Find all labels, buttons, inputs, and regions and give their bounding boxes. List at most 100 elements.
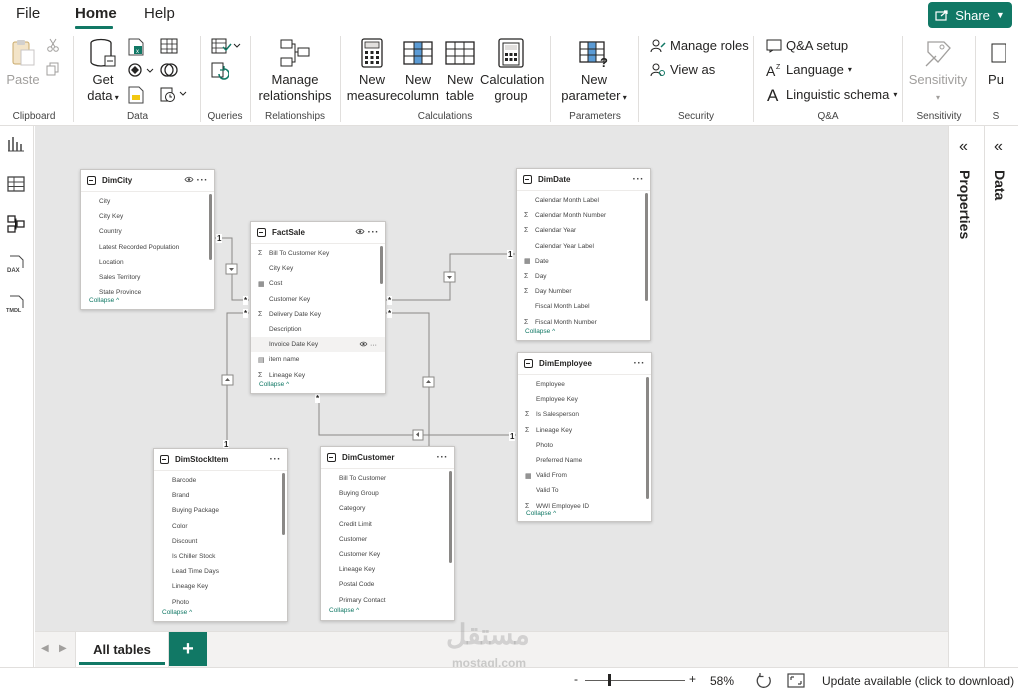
linguistic-schema-button[interactable]: A Linguistic schema ▾: [766, 86, 897, 102]
model-view-icon[interactable]: [6, 214, 26, 234]
zoom-level[interactable]: 58%: [710, 674, 734, 688]
field-row[interactable]: Lineage Key: [154, 579, 287, 594]
field-row[interactable]: Photo: [154, 595, 287, 610]
enter-data-icon[interactable]: [160, 38, 178, 54]
tab-next-icon[interactable]: ▶: [59, 643, 67, 654]
field-row[interactable]: Discount: [154, 534, 287, 549]
card-scrollbar[interactable]: [282, 473, 285, 535]
table-header[interactable]: FactSale ···: [251, 222, 385, 244]
field-row[interactable]: Barcode: [154, 473, 287, 488]
new-table-button[interactable]: New table: [442, 38, 478, 104]
field-row[interactable]: Employee Key: [518, 392, 651, 407]
qa-setup-button[interactable]: Q&A setup: [766, 38, 848, 53]
menu-home[interactable]: Home: [75, 5, 117, 22]
card-scrollbar[interactable]: [449, 471, 452, 563]
field-row[interactable]: ▦ Valid From: [518, 468, 651, 483]
get-data-button[interactable]: Get data ▾: [82, 38, 124, 106]
new-parameter-button[interactable]: ? New parameter ▾: [558, 38, 630, 106]
transform-data-icon[interactable]: [211, 38, 241, 54]
table-header[interactable]: DimCity ···: [81, 170, 214, 192]
zoom-in-button[interactable]: +: [689, 672, 696, 686]
field-row[interactable]: Lead Time Days: [154, 564, 287, 579]
field-actions[interactable]: ···: [359, 341, 377, 349]
share-button[interactable]: Share ▼: [928, 2, 1012, 28]
field-row[interactable]: Σ Calendar Month Number: [517, 208, 650, 223]
add-layout-button[interactable]: +: [169, 632, 207, 666]
field-row[interactable]: Photo: [518, 438, 651, 453]
field-row[interactable]: Bill To Customer: [321, 471, 454, 486]
refresh-icon[interactable]: [211, 62, 229, 80]
more-options-icon[interactable]: ···: [634, 358, 646, 369]
table-card-factsale[interactable]: FactSale ··· Σ Bill To Customer Key City …: [250, 221, 386, 394]
manage-relationships-button[interactable]: Manage relationships: [258, 38, 332, 104]
table-card-dimcity[interactable]: DimCity ··· City City Key Country Latest…: [80, 169, 215, 310]
excel-icon[interactable]: x: [128, 38, 144, 56]
language-button[interactable]: AZ Language ▾: [766, 62, 852, 77]
field-row[interactable]: Latest Recorded Population: [81, 240, 214, 255]
menu-help[interactable]: Help: [144, 5, 175, 22]
calculation-group-button[interactable]: Calculation group: [480, 38, 544, 104]
field-row[interactable]: Calendar Month Label: [517, 193, 650, 208]
more-options-icon[interactable]: ···: [197, 175, 209, 186]
update-available-link[interactable]: Update available (click to download): [822, 674, 1014, 688]
visibility-eye-icon[interactable]: [359, 341, 368, 347]
field-row[interactable]: Category: [321, 501, 454, 516]
tab-prev-icon[interactable]: ◀: [41, 643, 49, 654]
table-card-dimcustomer[interactable]: DimCustomer ··· Bill To Customer Buying …: [320, 446, 455, 621]
field-row[interactable]: Employee: [518, 377, 651, 392]
field-row[interactable]: Σ Is Salesperson: [518, 407, 651, 422]
field-row[interactable]: Credit Limit: [321, 517, 454, 532]
card-scrollbar[interactable]: [646, 377, 649, 499]
zoom-slider[interactable]: [585, 680, 685, 681]
field-row[interactable]: Customer Key: [321, 547, 454, 562]
field-row[interactable]: ▦ Date: [517, 254, 650, 269]
field-row[interactable]: Σ WWI Employee ID: [518, 499, 651, 511]
field-row[interactable]: Calendar Year Label: [517, 239, 650, 254]
collapse-link[interactable]: Collapse ^: [259, 381, 289, 388]
more-options-icon[interactable]: ···: [368, 227, 380, 238]
more-options-icon[interactable]: ···: [270, 454, 282, 465]
field-row[interactable]: Country: [81, 224, 214, 239]
new-column-button[interactable]: New column: [397, 38, 439, 104]
field-row[interactable]: Sales Territory: [81, 270, 214, 285]
field-row-hovered[interactable]: Invoice Date Key ···: [251, 337, 385, 353]
table-header[interactable]: DimCustomer ···: [321, 447, 454, 469]
field-row[interactable]: ▤ item name: [251, 352, 385, 367]
visibility-eye-icon[interactable]: [355, 228, 365, 235]
recent-sources-icon[interactable]: [160, 86, 188, 102]
field-row[interactable]: Customer Key: [251, 292, 385, 307]
field-row[interactable]: Location: [81, 255, 214, 270]
table-header[interactable]: DimStockItem ···: [154, 449, 287, 471]
field-row[interactable]: Σ Lineage Key: [518, 423, 651, 438]
onelake-icon[interactable]: [128, 62, 154, 78]
table-view-icon[interactable]: [6, 174, 26, 194]
field-row[interactable]: Is Chiller Stock: [154, 549, 287, 564]
field-row[interactable]: Fiscal Month Label: [517, 299, 650, 314]
cut-icon[interactable]: [46, 38, 60, 52]
menu-file[interactable]: File: [16, 5, 40, 22]
collapse-link[interactable]: Collapse ^: [89, 297, 119, 304]
field-row[interactable]: Σ Day Number: [517, 284, 650, 299]
field-row[interactable]: Σ Day: [517, 269, 650, 284]
tmdl-view-icon[interactable]: TMDL: [6, 294, 26, 314]
new-measure-button[interactable]: New measure: [346, 38, 398, 104]
field-row[interactable]: ▦ Cost: [251, 276, 385, 291]
field-row[interactable]: Customer: [321, 532, 454, 547]
card-scrollbar[interactable]: [209, 194, 212, 260]
data-pane[interactable]: « Data: [984, 126, 1018, 667]
sensitivity-button[interactable]: Sensitivity ▾: [908, 38, 968, 106]
dataflow-icon[interactable]: [160, 62, 178, 78]
field-row[interactable]: Buying Package: [154, 503, 287, 518]
collapse-link[interactable]: Collapse ^: [162, 609, 192, 616]
dataverse-icon[interactable]: [128, 86, 144, 104]
field-row[interactable]: Lineage Key: [321, 562, 454, 577]
expand-chevron-icon[interactable]: «: [994, 138, 1003, 156]
card-scrollbar[interactable]: [380, 246, 383, 284]
field-row[interactable]: City: [81, 194, 214, 209]
field-row[interactable]: Valid To: [518, 483, 651, 498]
properties-pane[interactable]: « Properties: [948, 126, 984, 667]
more-options-icon[interactable]: ···: [633, 174, 645, 185]
table-header[interactable]: DimDate ···: [517, 169, 650, 191]
reset-layout-icon[interactable]: [755, 672, 773, 690]
manage-roles-button[interactable]: Manage roles: [650, 38, 749, 53]
